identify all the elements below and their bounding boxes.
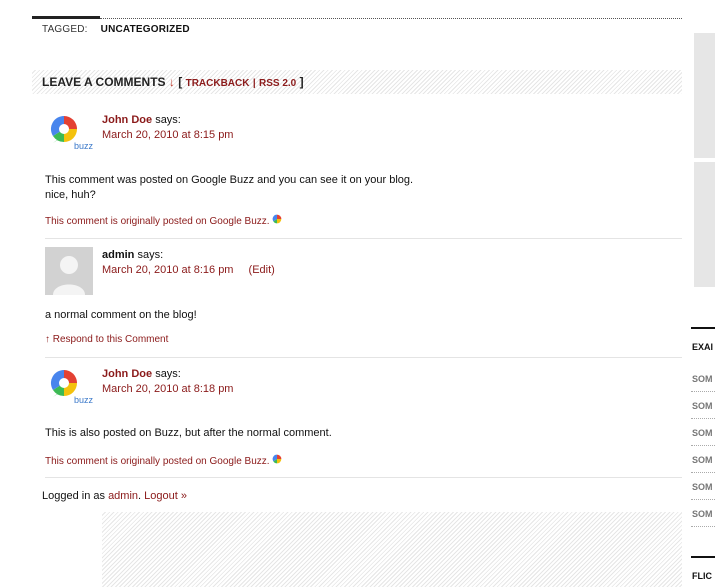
comment-item: buzz John Doe says: March 20, 2010 at 8:…: [45, 112, 682, 232]
leave-comments-title-wrap: LEAVE A COMMENTS ↓ [ TRACKBACK | RSS 2.0…: [42, 75, 304, 89]
sidebar-link[interactable]: SOM: [692, 428, 713, 438]
buzz-avatar-text: buzz: [74, 395, 94, 405]
sidebar-heading-rule: [691, 556, 715, 558]
sidebar-link[interactable]: SOM: [692, 455, 713, 465]
google-buzz-small-icon: [272, 454, 282, 464]
comment-text-line: This comment was posted on Google Buzz a…: [45, 174, 414, 186]
comment-separator: [45, 477, 682, 478]
google-buzz-icon: [50, 369, 77, 397]
says-label: says:: [155, 114, 181, 126]
bracket-open: [: [178, 75, 183, 89]
comment-body: This is also posted on Buzz, but after t…: [45, 426, 332, 441]
top-rule: [32, 16, 100, 19]
comment-text-line: This is also posted on Buzz, but after t…: [45, 427, 332, 439]
comment-author[interactable]: John Doe: [102, 114, 152, 126]
logout-link[interactable]: Logout »: [144, 490, 187, 502]
logged-in-user-link[interactable]: admin: [108, 490, 138, 502]
sidebar-link[interactable]: SOM: [692, 482, 713, 492]
sidebar-link[interactable]: SOM: [692, 401, 713, 411]
buzz-avatar: buzz: [49, 368, 93, 412]
comment-item: buzz John Doe says: March 20, 2010 at 8:…: [45, 366, 682, 471]
sidebar-divider: [691, 391, 715, 392]
comment-item: admin says: March 20, 2010 at 8:16 pm (E…: [45, 245, 682, 350]
google-buzz-icon: [50, 115, 77, 143]
comment-author-wrap: John Doe says:: [102, 114, 181, 126]
comment-date-link[interactable]: March 20, 2010 at 8:18 pm: [102, 383, 233, 395]
comment-body: This comment was posted on Google Buzz a…: [45, 173, 413, 203]
sidebar-heading: FLIC: [692, 571, 712, 581]
logged-in-line: Logged in as admin. Logout »: [42, 490, 187, 502]
comment-textarea[interactable]: [102, 512, 682, 587]
sidebar-heading: EXAI: [692, 342, 714, 352]
leave-comments-title: LEAVE A COMMENTS: [42, 75, 166, 89]
logged-in-dot: .: [138, 490, 142, 502]
sidebar-divider: [691, 499, 715, 500]
comment-author[interactable]: John Doe: [102, 368, 152, 380]
comment-date-link[interactable]: March 20, 2010 at 8:15 pm: [102, 129, 233, 141]
comment-date-link[interactable]: March 20, 2010 at 8:16 pm: [102, 264, 233, 276]
sidebar-widget-box: [694, 33, 715, 158]
sidebar-divider: [691, 472, 715, 473]
leave-comments-header: LEAVE A COMMENTS ↓ [ TRACKBACK | RSS 2.0…: [32, 70, 682, 94]
sidebar-divider: [691, 418, 715, 419]
comment-text-line: nice, huh?: [45, 189, 96, 201]
bracket-close: ]: [299, 75, 304, 89]
comment-body: a normal comment on the blog!: [45, 308, 197, 323]
respond-link[interactable]: ↑ Respond to this Comment: [45, 334, 168, 345]
default-avatar-icon: [45, 247, 93, 295]
sidebar-widget-box: [694, 162, 715, 287]
comment-author-wrap: John Doe says:: [102, 368, 181, 380]
comment-text-line: a normal comment on the blog!: [45, 309, 197, 321]
comment-separator: [45, 238, 682, 239]
comment-separator: [45, 357, 682, 358]
trackback-link[interactable]: TRACKBACK: [186, 78, 250, 89]
tagged-label: TAGGED:: [42, 24, 88, 35]
says-label: says:: [137, 249, 164, 261]
buzz-origin-text: This comment is originally posted on Goo…: [45, 216, 270, 227]
buzz-avatar-text: buzz: [74, 141, 94, 151]
pipe-separator: |: [252, 78, 256, 89]
tag-link[interactable]: UNCATEGORIZED: [101, 24, 190, 35]
buzz-origin-text: This comment is originally posted on Goo…: [45, 456, 270, 467]
edit-link[interactable]: (Edit): [249, 264, 275, 276]
sidebar-divider: [691, 526, 715, 527]
comment-author-wrap: admin says:: [102, 249, 163, 261]
google-buzz-small-icon: [272, 214, 282, 224]
sidebar-divider: [691, 445, 715, 446]
tagged-row: TAGGED: UNCATEGORIZED: [42, 24, 190, 35]
buzz-origin-note: This comment is originally posted on Goo…: [45, 214, 282, 227]
logged-in-prefix: Logged in as: [42, 490, 105, 502]
sidebar-link[interactable]: SOM: [692, 374, 713, 384]
rss-link[interactable]: RSS 2.0: [259, 78, 296, 89]
buzz-avatar: buzz: [49, 114, 93, 158]
comment-author: admin: [102, 249, 135, 261]
top-dotted-rule: [100, 18, 682, 19]
sidebar-heading-rule: [691, 327, 715, 329]
comment-meta: March 20, 2010 at 8:16 pm (Edit): [102, 264, 275, 276]
buzz-origin-note: This comment is originally posted on Goo…: [45, 454, 282, 467]
sidebar-link[interactable]: SOM: [692, 509, 713, 519]
down-arrow-icon: ↓: [168, 75, 175, 89]
says-label: says:: [155, 368, 181, 380]
